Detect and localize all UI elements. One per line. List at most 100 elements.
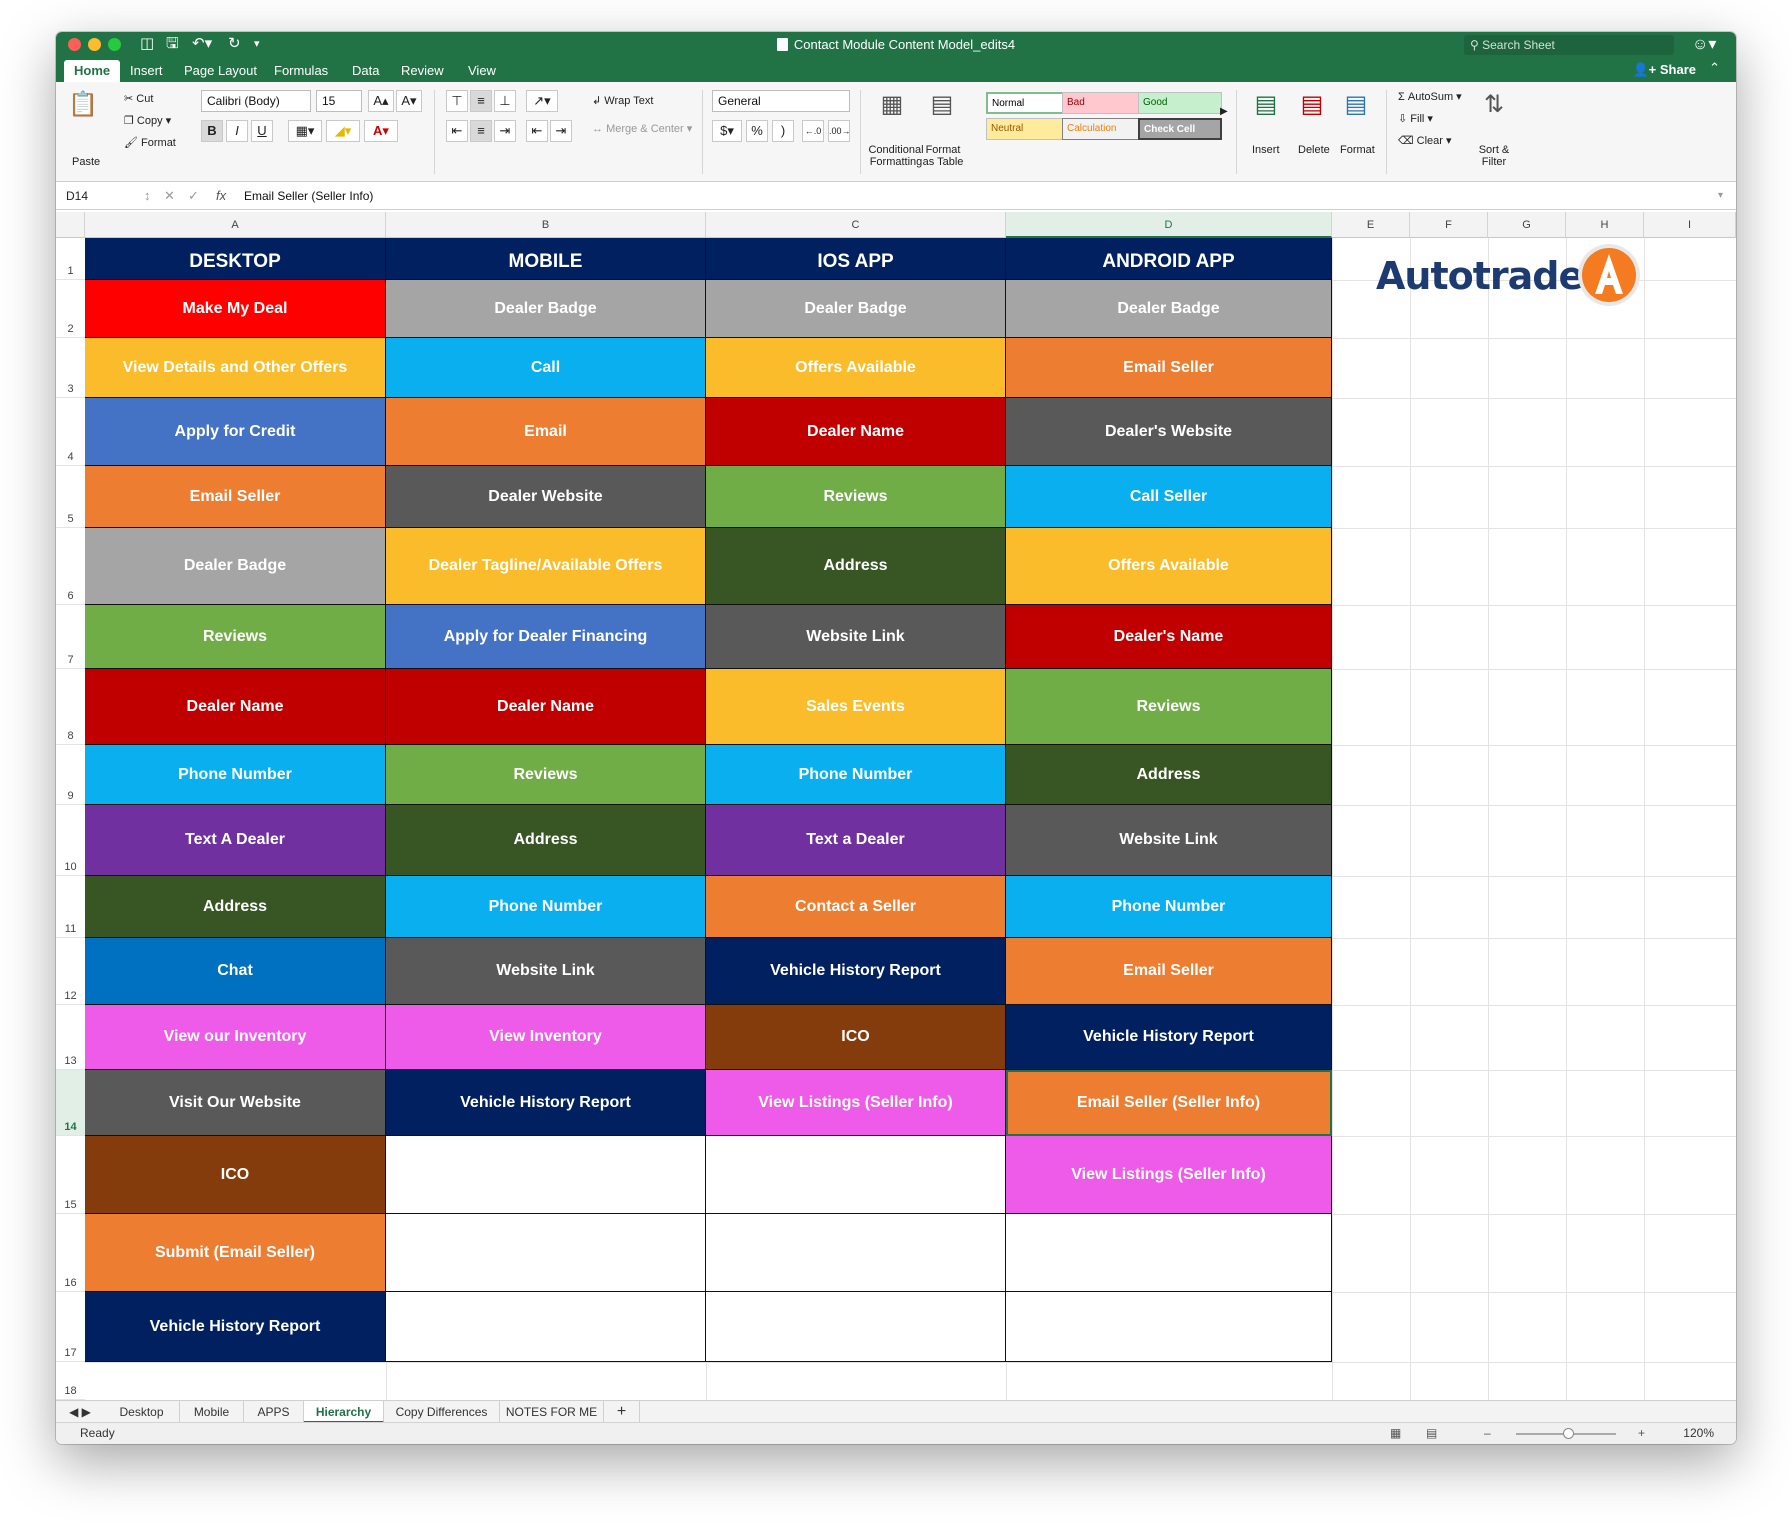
align-right-button[interactable]: ⇥ [494, 120, 516, 142]
cell-ios-item[interactable]: Dealer Badge [706, 280, 1006, 338]
tab-insert[interactable]: Insert [130, 60, 163, 82]
search-sheet-input[interactable]: ⚲ Search Sheet [1464, 35, 1674, 55]
cell-desktop-item[interactable]: View our Inventory [85, 1005, 386, 1070]
cell-ios-item[interactable]: Phone Number [706, 745, 1006, 805]
delete-cells-button[interactable]: Delete [1298, 144, 1330, 156]
cell-mobile-item[interactable]: Apply for Dealer Financing [386, 605, 706, 669]
tab-view[interactable]: View [468, 60, 496, 82]
share-button[interactable]: 👤+ Share [1632, 62, 1696, 78]
cell-desktop-item[interactable]: Apply for Credit [85, 398, 386, 466]
cell-mobile-item[interactable]: Email [386, 398, 706, 466]
row-header-15[interactable]: 15 [56, 1136, 85, 1214]
row-header-13[interactable]: 13 [56, 1005, 85, 1070]
tab-page-layout[interactable]: Page Layout [184, 60, 257, 82]
comma-format-button[interactable]: ) [772, 120, 794, 142]
conditional-formatting-icon[interactable]: ▦ [874, 90, 910, 119]
cell-empty[interactable] [706, 1214, 1006, 1292]
cell-desktop-item[interactable]: Vehicle History Report [85, 1292, 386, 1362]
paste-icon[interactable]: 📋 [68, 90, 98, 119]
decrease-indent-button[interactable]: ⇤ [526, 120, 548, 142]
clear-button[interactable]: ⌫ Clear ▾ [1398, 134, 1452, 147]
cell-android-item[interactable]: Offers Available [1006, 528, 1332, 605]
cell-desktop-item[interactable]: Dealer Name [85, 669, 386, 745]
tab-formulas[interactable]: Formulas [274, 60, 328, 82]
cell-android-item[interactable]: View Listings (Seller Info) [1006, 1136, 1332, 1214]
sheet-tab-notes-for-me[interactable]: NOTES FOR ME [500, 1401, 604, 1423]
wrap-text-button[interactable]: ↲ Wrap Text [592, 94, 653, 107]
normal-view-icon[interactable]: ▦ [1390, 1426, 1401, 1440]
cell-ios-item[interactable]: Contact a Seller [706, 876, 1006, 938]
increase-indent-button[interactable]: ⇥ [550, 120, 572, 142]
cell-android-item[interactable]: Address [1006, 745, 1332, 805]
cell-desktop-item[interactable]: Submit (Email Seller) [85, 1214, 386, 1292]
column-header-g[interactable]: G [1488, 212, 1566, 238]
cell-empty[interactable] [1006, 1292, 1332, 1362]
currency-format-button[interactable]: $▾ [712, 120, 742, 142]
fill-color-button[interactable]: ◢▾ [326, 120, 360, 142]
cell-mobile-item[interactable]: Website Link [386, 938, 706, 1005]
formula-input[interactable]: Email Seller (Seller Info) [244, 186, 373, 206]
sheet-nav-arrows-icon[interactable]: ◀ ▶ [60, 1401, 100, 1423]
cell-empty[interactable] [386, 1136, 706, 1214]
cell-android-item[interactable]: Dealer Badge [1006, 280, 1332, 338]
fill-button[interactable]: ⇩ Fill ▾ [1398, 112, 1433, 125]
expand-formula-bar-icon[interactable]: ▾ [1718, 186, 1723, 206]
row-header-6[interactable]: 6 [56, 528, 85, 605]
conditional-formatting-button[interactable]: Conditional Formatting [868, 144, 924, 168]
insert-function-button[interactable]: fx [216, 186, 226, 206]
cell-mobile-item[interactable]: Dealer Badge [386, 280, 706, 338]
column-header-b[interactable]: B [386, 212, 706, 238]
cell-ios-item[interactable]: Reviews [706, 466, 1006, 528]
insert-cells-icon[interactable]: ▤ [1248, 90, 1284, 119]
zoom-slider-handle[interactable] [1563, 1428, 1574, 1439]
borders-button[interactable]: ▦▾ [288, 120, 322, 142]
cell-android-item[interactable]: Phone Number [1006, 876, 1332, 938]
row-header-12[interactable]: 12 [56, 938, 85, 1005]
row-header-18[interactable]: 18 [56, 1362, 85, 1400]
cell-android-item[interactable]: Email Seller (Seller Info) [1006, 1070, 1332, 1136]
select-all-corner[interactable] [56, 212, 85, 238]
feedback-smiley-icon[interactable]: ☺▾ [1692, 34, 1716, 54]
row-header-8[interactable]: 8 [56, 669, 85, 745]
number-format-select[interactable]: General [712, 90, 850, 112]
cell-empty[interactable] [386, 1292, 706, 1362]
cell-empty[interactable] [706, 1136, 1006, 1214]
column-header-i[interactable]: I [1644, 212, 1736, 238]
cell-ios-item[interactable]: Website Link [706, 605, 1006, 669]
insert-cells-button[interactable]: Insert [1252, 144, 1280, 156]
row-header-9[interactable]: 9 [56, 745, 85, 805]
cell-desktop-item[interactable]: View Details and Other Offers [85, 338, 386, 398]
row-header-11[interactable]: 11 [56, 876, 85, 938]
align-left-button[interactable]: ⇤ [446, 120, 468, 142]
tab-data[interactable]: Data [352, 60, 379, 82]
style-check-cell[interactable]: Check Cell [1138, 118, 1222, 140]
cell-mobile-item[interactable]: View Inventory [386, 1005, 706, 1070]
column-header-e[interactable]: E [1332, 212, 1410, 238]
cell-ios-item[interactable]: Text a Dealer [706, 805, 1006, 876]
column-title-desktop[interactable]: DESKTOP [85, 238, 386, 280]
sheet-tab-desktop[interactable]: Desktop [104, 1401, 180, 1423]
sheet-tab-hierarchy[interactable]: Hierarchy [304, 1401, 384, 1423]
cell-empty[interactable] [1006, 1214, 1332, 1292]
cell-empty[interactable] [386, 1214, 706, 1292]
column-title-mobile[interactable]: MOBILE [386, 238, 706, 280]
column-title-ios[interactable]: IOS APP [706, 238, 1006, 280]
cell-ios-item[interactable]: Sales Events [706, 669, 1006, 745]
cell-mobile-item[interactable]: Phone Number [386, 876, 706, 938]
sort-filter-button[interactable]: Sort & Filter [1476, 144, 1512, 168]
cell-android-item[interactable]: Dealer's Website [1006, 398, 1332, 466]
cut-button[interactable]: ✂ Cut [124, 92, 153, 105]
cell-desktop-item[interactable]: Address [85, 876, 386, 938]
percent-format-button[interactable]: % [746, 120, 768, 142]
align-top-button[interactable]: ⊤ [446, 90, 468, 112]
cell-mobile-item[interactable]: Dealer Name [386, 669, 706, 745]
cell-desktop-item[interactable]: Text A Dealer [85, 805, 386, 876]
zoom-out-button[interactable]: – [1484, 1426, 1491, 1440]
row-header-17[interactable]: 17 [56, 1292, 85, 1362]
cell-android-item[interactable]: Reviews [1006, 669, 1332, 745]
merge-center-button[interactable]: ↔ Merge & Center ▾ [592, 122, 692, 135]
cell-ios-item[interactable]: View Listings (Seller Info) [706, 1070, 1006, 1136]
cancel-entry-icon[interactable]: ✕ [164, 186, 175, 206]
align-center-button[interactable]: ≡ [470, 120, 492, 142]
cell-android-item[interactable]: Vehicle History Report [1006, 1005, 1332, 1070]
